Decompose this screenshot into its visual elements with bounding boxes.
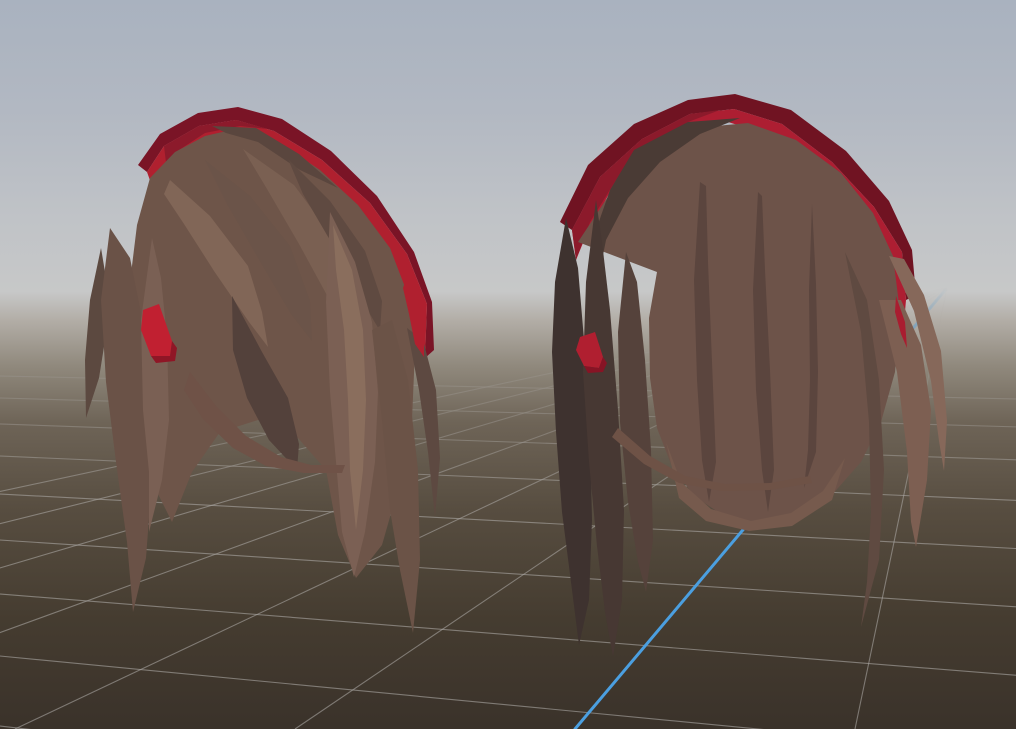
grid-line — [0, 594, 1016, 676]
grid-line — [0, 656, 1016, 729]
hair-model-left[interactable] — [85, 107, 440, 633]
grid-line — [0, 540, 1016, 607]
scene-canvas — [0, 0, 1016, 729]
grid-line — [0, 726, 1016, 729]
scene-viewport[interactable] — [0, 0, 1016, 729]
